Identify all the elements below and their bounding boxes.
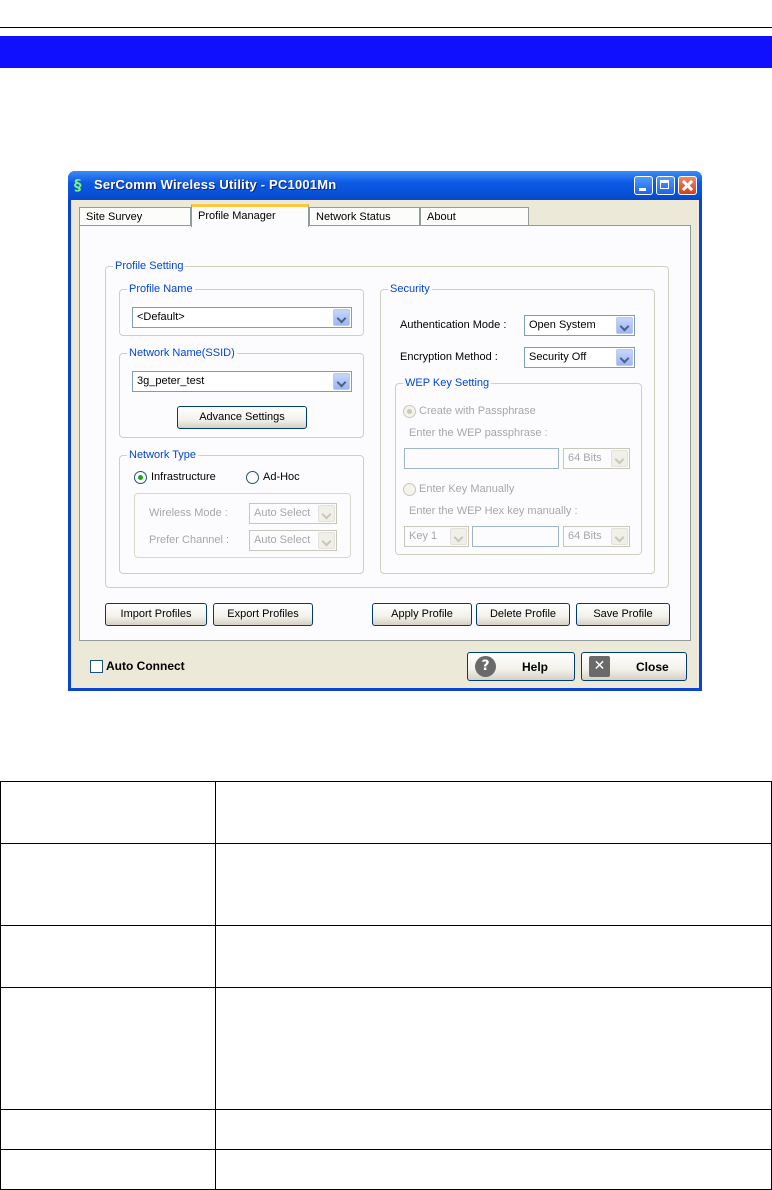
utility-window: § SerComm Wireless Utility - PC1001Mn Si…: [68, 171, 702, 691]
table-row: [0, 987, 772, 1110]
adhoc-label: Ad-Hoc: [263, 471, 300, 483]
prefer-channel-label: Prefer Channel :: [149, 534, 230, 546]
chevron-down-icon[interactable]: [333, 309, 350, 326]
export-profiles-button[interactable]: Export Profiles: [213, 603, 313, 626]
table-row: [0, 1149, 772, 1190]
wireless-mode-select[interactable]: Auto Select: [249, 503, 337, 524]
profile-manager-panel: Profile Setting Profile Name <Default> N…: [79, 225, 691, 641]
window-client-area: Site Survey Profile Manager Network Stat…: [71, 200, 699, 688]
encryption-method-value: Security Off: [529, 351, 587, 363]
infrastructure-radio[interactable]: [134, 471, 147, 484]
chevron-down-icon[interactable]: [450, 528, 467, 545]
security-label: Security: [388, 283, 432, 296]
prefer-channel-value: Auto Select: [254, 534, 311, 546]
auth-mode-select[interactable]: Open System: [524, 315, 635, 336]
apply-profile-button[interactable]: Apply Profile: [372, 603, 472, 626]
auto-connect-label: Auto Connect: [106, 659, 185, 673]
create-passphrase-label: Create with Passphrase: [419, 405, 536, 417]
passphrase-prompt: Enter the WEP passphrase :: [409, 427, 548, 439]
wep-key-group: WEP Key Setting Create with Passphrase E…: [395, 377, 642, 555]
table-row: [0, 925, 772, 988]
chevron-down-icon[interactable]: [318, 505, 335, 522]
passphrase-bits-select[interactable]: 64 Bits: [563, 448, 630, 469]
encryption-method-label: Encryption Method :: [400, 351, 498, 363]
delete-profile-button[interactable]: Delete Profile: [476, 603, 570, 626]
adhoc-radio[interactable]: [246, 471, 259, 484]
profile-name-label: Profile Name: [127, 283, 195, 296]
question-mark-icon: ?: [475, 656, 496, 677]
close-icon: ✕: [589, 656, 610, 677]
table-row: [0, 781, 772, 844]
network-type-group: Network Type Infrastructure Ad-Hoc Wirel…: [119, 449, 364, 574]
profile-name-value: <Default>: [137, 311, 185, 323]
key-index-value: Key 1: [409, 530, 438, 542]
ssid-label: Network Name(SSID): [127, 347, 237, 360]
auto-connect-checkbox[interactable]: [90, 660, 103, 673]
wireless-mode-label: Wireless Mode :: [149, 507, 228, 519]
wep-key-setting-label: WEP Key Setting: [403, 377, 492, 390]
encryption-method-select[interactable]: Security Off: [524, 347, 635, 368]
profile-setting-label: Profile Setting: [113, 260, 186, 273]
network-type-label: Network Type: [127, 449, 199, 462]
chevron-down-icon[interactable]: [616, 317, 633, 334]
ssid-select[interactable]: 3g_peter_test: [132, 371, 352, 392]
window-title: SerComm Wireless Utility - PC1001Mn: [94, 177, 337, 192]
security-group: Security Authentication Mode : Open Syst…: [380, 283, 655, 574]
hex-key-input[interactable]: [472, 526, 559, 547]
help-button-label: Help: [522, 660, 549, 674]
auth-mode-value: Open System: [529, 319, 596, 331]
close-button[interactable]: ✕ Close: [581, 652, 687, 681]
tab-profile-manager[interactable]: Profile Manager: [191, 204, 309, 227]
prefer-channel-select[interactable]: Auto Select: [249, 530, 337, 551]
tab-about[interactable]: About: [420, 207, 529, 226]
key-index-select[interactable]: Key 1: [404, 526, 469, 547]
infrastructure-label: Infrastructure: [151, 471, 216, 483]
minimize-button[interactable]: [634, 176, 653, 195]
header-rule: [0, 27, 772, 28]
description-table: [0, 781, 772, 1190]
chevron-down-icon[interactable]: [333, 373, 350, 390]
title-bar[interactable]: § SerComm Wireless Utility - PC1001Mn: [68, 171, 702, 200]
chevron-down-icon[interactable]: [616, 349, 633, 366]
table-row: [0, 1109, 772, 1150]
close-button-label: Close: [636, 660, 669, 674]
tab-site-survey[interactable]: Site Survey: [79, 207, 191, 226]
create-passphrase-radio[interactable]: [403, 405, 416, 418]
save-profile-button[interactable]: Save Profile: [576, 603, 670, 626]
window-close-button[interactable]: [678, 176, 697, 195]
manual-bits-value: 64 Bits: [568, 530, 602, 542]
app-logo-icon: §: [74, 176, 82, 194]
chevron-down-icon[interactable]: [611, 450, 628, 467]
tab-network-status[interactable]: Network Status: [309, 207, 420, 226]
passphrase-input[interactable]: [404, 448, 559, 469]
manual-key-prompt: Enter the WEP Hex key manually :: [409, 505, 578, 517]
manual-key-label: Enter Key Manually: [419, 483, 515, 495]
wireless-mode-value: Auto Select: [254, 507, 311, 519]
profile-name-group: Profile Name <Default>: [119, 283, 364, 336]
section-header-band: [0, 36, 772, 68]
import-profiles-button[interactable]: Import Profiles: [105, 603, 207, 626]
ssid-value: 3g_peter_test: [137, 375, 205, 387]
passphrase-bits-value: 64 Bits: [568, 452, 602, 464]
chevron-down-icon[interactable]: [318, 532, 335, 549]
advance-settings-button[interactable]: Advance Settings: [177, 406, 307, 429]
table-row: [0, 843, 772, 926]
chevron-down-icon[interactable]: [611, 528, 628, 545]
manual-key-radio[interactable]: [403, 483, 416, 496]
maximize-button[interactable]: [656, 176, 675, 195]
profile-name-select[interactable]: <Default>: [132, 307, 352, 328]
help-button[interactable]: ? Help: [467, 652, 575, 681]
manual-bits-select[interactable]: 64 Bits: [563, 526, 630, 547]
auth-mode-label: Authentication Mode :: [400, 319, 507, 331]
ssid-group: Network Name(SSID) 3g_peter_test Advance…: [119, 347, 364, 438]
